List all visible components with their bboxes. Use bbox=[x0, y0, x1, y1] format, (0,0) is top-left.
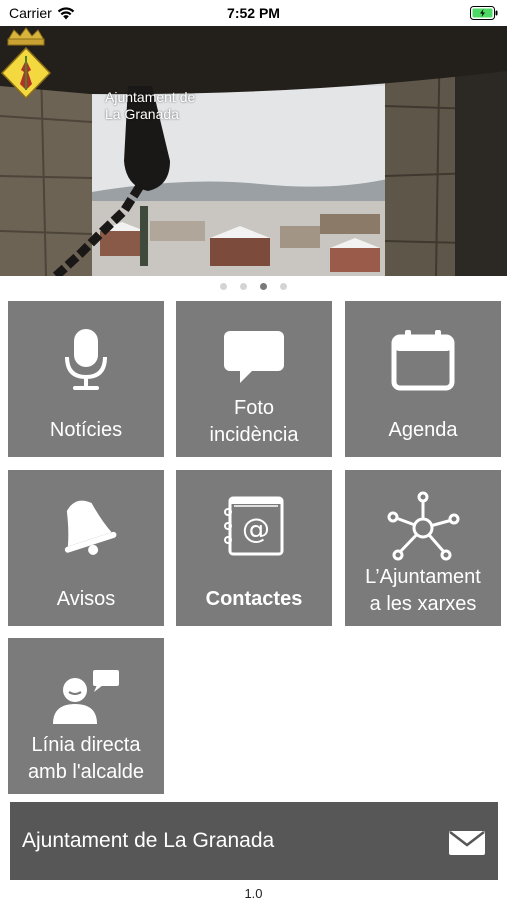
tile-contactes-label: Contactes bbox=[205, 588, 303, 610]
microphone-icon bbox=[8, 327, 164, 393]
tile-linia-label-line2: amb l'alcalde bbox=[27, 761, 145, 783]
tile-foto-label-line2: incidència bbox=[209, 424, 299, 446]
tile-contactes[interactable]: @ Contactes bbox=[176, 470, 332, 626]
contact-bar-label: Ajuntament de La Granada bbox=[22, 829, 275, 852]
header-title: Ajuntament de La Granada bbox=[105, 89, 195, 123]
hero-banner[interactable]: Ajuntament de La Granada bbox=[0, 26, 507, 276]
tile-noticies-label: Notícies bbox=[49, 419, 123, 441]
carousel-pager[interactable] bbox=[0, 283, 507, 293]
pager-dot[interactable] bbox=[240, 283, 247, 290]
tile-foto-label: Foto incidència bbox=[176, 395, 332, 449]
tile-linia-label: Línia directa amb l'alcalde bbox=[8, 732, 164, 786]
header-title-line1: Ajuntament de bbox=[105, 89, 196, 105]
network-icon bbox=[345, 490, 501, 562]
battery-icon bbox=[470, 6, 498, 25]
address-book-icon: @ bbox=[176, 496, 332, 556]
tile-noticies[interactable]: Notícies bbox=[8, 301, 164, 457]
contact-email-bar[interactable]: Ajuntament de La Granada bbox=[10, 802, 498, 880]
status-bar: Carrier 7:52 PM bbox=[0, 0, 507, 26]
bell-icon bbox=[8, 496, 164, 560]
pager-dot-active[interactable] bbox=[260, 283, 267, 290]
pager-dot[interactable] bbox=[280, 283, 287, 290]
tile-foto-label-line1: Foto bbox=[233, 397, 275, 419]
tile-agenda-label: Agenda bbox=[388, 419, 458, 441]
tile-foto-incidencia[interactable]: Foto incidència bbox=[176, 301, 332, 457]
tile-avisos-label: Avisos bbox=[56, 588, 116, 610]
speech-bubble-icon bbox=[176, 329, 332, 385]
tile-avisos[interactable]: Avisos bbox=[8, 470, 164, 626]
tile-linia-label-line1: Línia directa bbox=[31, 734, 141, 756]
status-time: 7:52 PM bbox=[227, 5, 280, 21]
tile-xarxes[interactable]: L’Ajuntament a les xarxes bbox=[345, 470, 501, 626]
app-version: 1.0 bbox=[244, 886, 263, 900]
tile-xarxes-label: L’Ajuntament a les xarxes bbox=[345, 564, 501, 618]
tile-xarxes-label-line1: L’Ajuntament bbox=[365, 566, 481, 588]
hero-photo bbox=[0, 26, 507, 276]
tile-agenda[interactable]: Agenda bbox=[345, 301, 501, 457]
person-chat-icon bbox=[8, 668, 164, 726]
pager-dot[interactable] bbox=[220, 283, 227, 290]
mail-icon bbox=[449, 831, 485, 855]
svg-text:@: @ bbox=[242, 512, 270, 545]
calendar-icon bbox=[345, 329, 501, 391]
tile-linia-directa[interactable]: Línia directa amb l'alcalde bbox=[8, 638, 164, 794]
tile-xarxes-label-line2: a les xarxes bbox=[369, 593, 477, 615]
header-title-line2: La Granada bbox=[105, 106, 179, 122]
town-crest-logo bbox=[0, 27, 52, 100]
